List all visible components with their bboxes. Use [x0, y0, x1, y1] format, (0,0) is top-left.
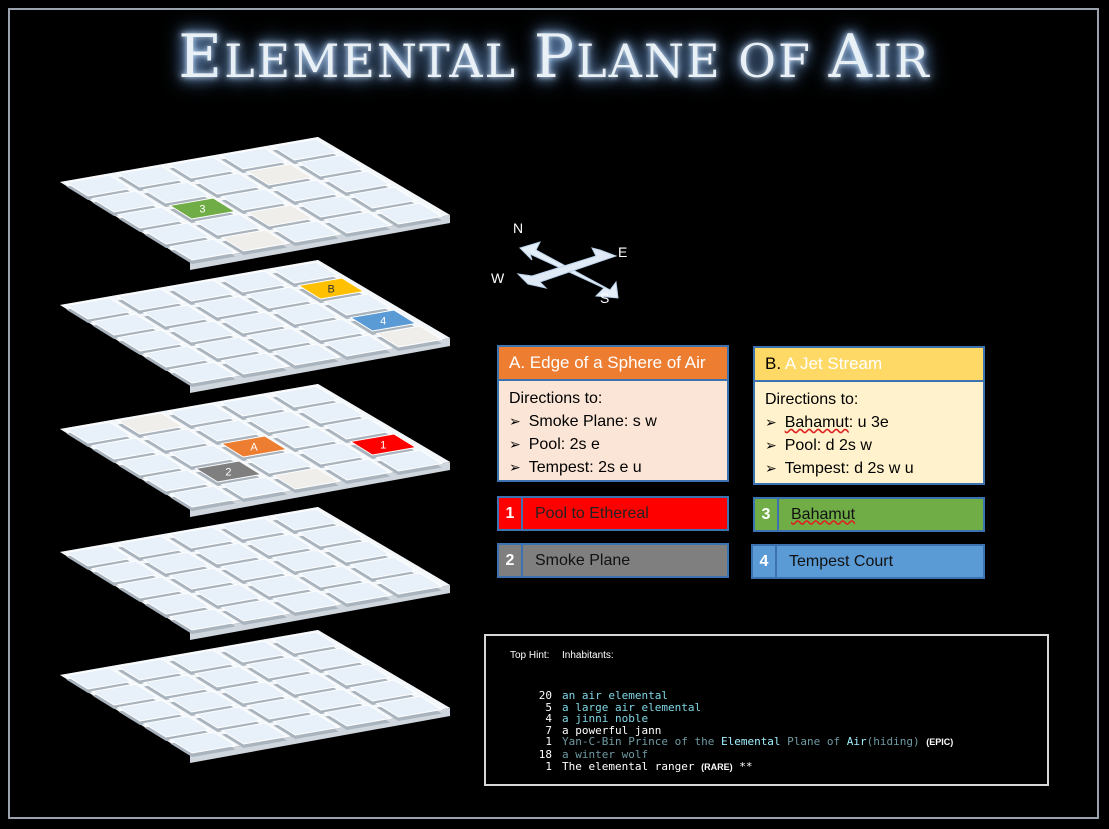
map-levels: 3B4A21 — [60, 137, 450, 763]
hint-panel: Top Hint: Inhabitants: 20 an air elementa… — [484, 634, 1049, 786]
direction-item: Bahamut: u 3e — [765, 411, 973, 434]
inhabitants-list: 20 an air elemental 5a large air elementa… — [516, 690, 954, 773]
card-a-intro: Directions to: — [509, 390, 603, 407]
card-b-directions: Bahamut: u 3e Pool: d 2s w Tempest: d 2s… — [765, 411, 973, 480]
map-marker-label: B — [328, 284, 335, 296]
map-marker-label: A — [250, 442, 258, 454]
legend-tempest-court: 4 Tempest Court — [751, 544, 985, 579]
direction-item: Pool: d 2s w — [765, 434, 973, 457]
card-a-directions: Smoke Plane: s w Pool: 2s e Tempest: 2s … — [509, 410, 717, 479]
compass: N E S W — [488, 220, 638, 315]
direction-item: Tempest: d 2s w u — [765, 457, 973, 480]
legend-smoke-plane: 2 Smoke Plane — [497, 543, 729, 578]
map-marker-label: 4 — [380, 316, 386, 328]
top-hint-label: Top Hint: — [510, 650, 550, 661]
card-jet-stream: B. A Jet Stream Directions to: Bahamut: … — [753, 346, 985, 485]
direction-item: Tempest: 2s e u — [509, 456, 717, 479]
legend-bahamut: 3 Bahamut — [753, 497, 985, 532]
list-item: 1 The elemental ranger (RARE) ** — [545, 759, 753, 773]
legend-pool-to-ethereal: 1 Pool to Ethereal — [497, 496, 729, 531]
compass-icon — [516, 241, 619, 299]
map-level-2: B4 — [60, 260, 450, 393]
card-b-intro: Directions to: — [765, 391, 859, 408]
map-marker-label: 1 — [380, 440, 386, 452]
compass-w: W — [491, 270, 505, 286]
map-marker-label: 2 — [225, 467, 231, 479]
inhabitants-label: Inhabitants: — [562, 650, 614, 661]
map-level-5 — [60, 630, 450, 763]
compass-e: E — [618, 244, 628, 260]
compass-s: S — [600, 290, 610, 306]
map-level-4 — [60, 507, 450, 640]
map-marker-label: 3 — [199, 204, 205, 216]
card-b-header: B. A Jet Stream — [755, 348, 983, 382]
map-level-1: 3 — [60, 137, 450, 270]
card-edge-of-sphere: A. Edge of a Sphere of Air Directions to… — [497, 345, 729, 482]
compass-n: N — [513, 220, 524, 236]
direction-item: Smoke Plane: s w — [509, 410, 717, 433]
card-a-header: A. Edge of a Sphere of Air — [499, 347, 727, 381]
map-level-3: A 2 1 — [60, 384, 450, 517]
direction-item: Pool: 2s e — [509, 433, 717, 456]
